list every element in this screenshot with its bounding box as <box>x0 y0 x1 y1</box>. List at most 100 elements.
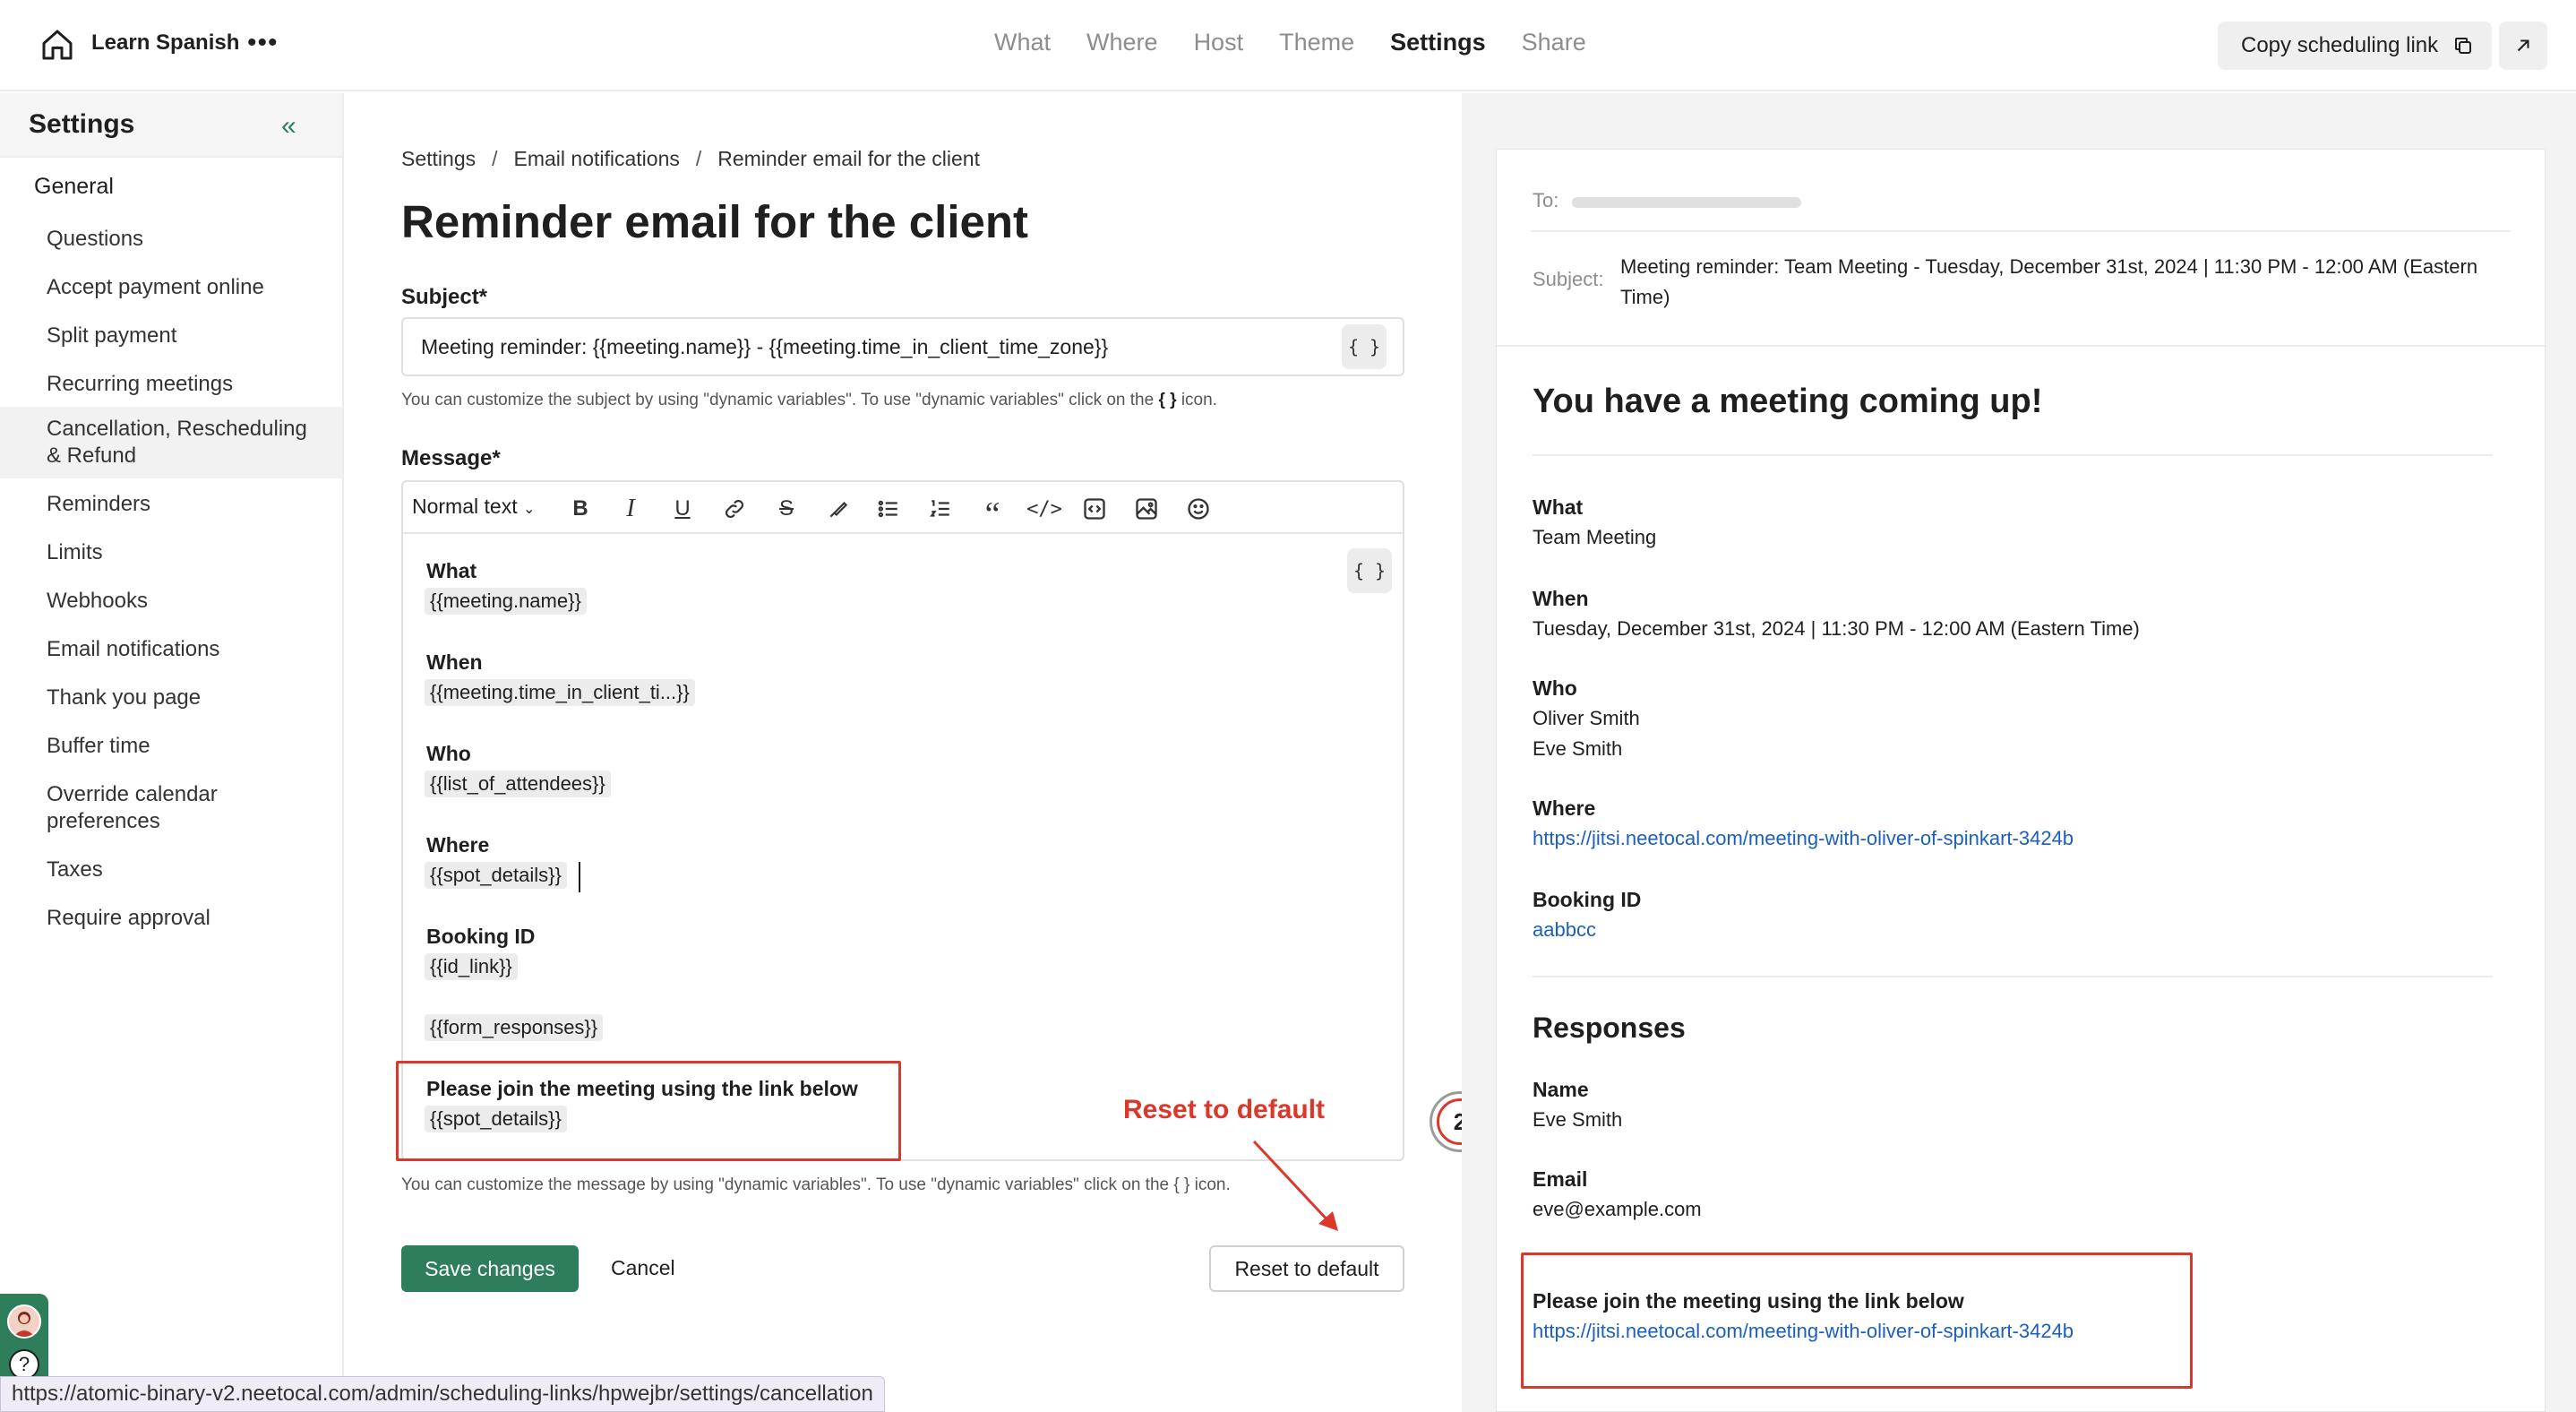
nav-theme[interactable]: Theme <box>1279 29 1354 56</box>
sidebar-header: Settings « <box>0 93 342 158</box>
block-label-booking-id: Booking ID <box>426 925 536 948</box>
numbered-list-icon[interactable] <box>926 495 955 523</box>
preview-where-label: Where <box>1533 796 1596 820</box>
preview-heading: You have a meeting coming up! <box>1533 383 2043 420</box>
preview-to-label: To: <box>1533 189 1559 211</box>
subject-help-text: You can customize the subject by using "… <box>401 391 1217 410</box>
help-icon[interactable]: ? <box>9 1349 39 1380</box>
sidebar-list: Questions Accept payment online Split pa… <box>0 219 342 941</box>
block-label-when: When <box>426 650 483 674</box>
preview-name: Eve Smith <box>1533 1108 1623 1131</box>
preview-email-label: Email <box>1533 1167 1588 1191</box>
subject-help-pre: You can customize the subject by using "… <box>401 391 1159 409</box>
page-title: Reminder email for the client <box>401 196 1029 247</box>
variable-spot-details[interactable]: {{spot_details}} <box>425 862 567 889</box>
save-changes-button[interactable]: Save changes <box>401 1245 579 1292</box>
sidebar-item-require-approval[interactable]: Require approval <box>0 892 342 941</box>
bullet-list-icon[interactable] <box>874 495 903 523</box>
reset-to-default-button[interactable]: Reset to default <box>1209 1245 1404 1292</box>
code-icon[interactable]: </> <box>1026 495 1062 523</box>
sidebar-item-limits[interactable]: Limits <box>0 527 342 575</box>
message-label: Message* <box>401 446 501 470</box>
preview-where-link[interactable]: https://jitsi.neetocal.com/meeting-with-… <box>1533 827 2074 850</box>
message-dynamic-variables-button[interactable]: { } <box>1347 548 1392 593</box>
message-editor[interactable]: Normal text ⌄ B I U S “ </> { } What {{m… <box>401 480 1404 1161</box>
sidebar-item-recurring-meetings[interactable]: Recurring meetings <box>0 358 342 407</box>
italic-icon[interactable]: I <box>616 495 645 523</box>
preview-who-2: Eve Smith <box>1533 737 1623 760</box>
variable-form-responses[interactable]: {{form_responses}} <box>425 1014 604 1041</box>
image-icon[interactable] <box>1132 495 1161 523</box>
open-external-button[interactable] <box>2499 22 2547 70</box>
top-nav: What Where Host Theme Settings Share <box>994 29 1622 56</box>
variable-list-of-attendees[interactable]: {{list_of_attendees}} <box>425 771 611 797</box>
breadcrumb-email-notifications[interactable]: Email notifications <box>514 147 680 170</box>
preview-booking-link[interactable]: aabbcc <box>1533 918 1596 942</box>
breadcrumb-separator: / <box>695 147 702 170</box>
avatar[interactable] <box>7 1304 41 1339</box>
sidebar-group-general[interactable]: General <box>34 174 114 200</box>
preview-booking-label: Booking ID <box>1533 888 1642 911</box>
emoji-icon[interactable] <box>1184 495 1213 523</box>
preview-when: Tuesday, December 31st, 2024 | 11:30 PM … <box>1533 617 2140 640</box>
preview-name-label: Name <box>1533 1078 1589 1101</box>
copy-icon <box>2455 38 2472 54</box>
nav-host[interactable]: Host <box>1194 29 1244 56</box>
nav-share[interactable]: Share <box>1522 29 1586 56</box>
more-options-icon[interactable]: ••• <box>247 27 279 59</box>
preview-divider <box>1531 230 2511 232</box>
sidebar-item-webhooks[interactable]: Webhooks <box>0 575 342 624</box>
sidebar-item-cancellation[interactable]: Cancellation, Rescheduling & Refund <box>0 407 342 478</box>
nav-what[interactable]: What <box>994 29 1051 56</box>
variable-id-link[interactable]: {{id_link}} <box>425 953 518 980</box>
highlight-icon[interactable] <box>824 495 853 523</box>
variable-meeting-name[interactable]: {{meeting.name}} <box>425 588 587 615</box>
sidebar-item-email-notifications[interactable]: Email notifications <box>0 624 342 672</box>
sidebar-item-taxes[interactable]: Taxes <box>0 844 342 892</box>
editor-toolbar: Normal text ⌄ B I U S “ </> <box>403 482 1403 534</box>
strikethrough-icon[interactable]: S <box>772 495 801 523</box>
home-icon[interactable] <box>39 27 75 63</box>
sidebar-item-questions[interactable]: Questions <box>0 219 342 262</box>
sidebar-item-buffer-time[interactable]: Buffer time <box>0 720 342 769</box>
variable-meeting-time[interactable]: {{meeting.time_in_client_ti...}} <box>425 679 695 706</box>
preview-divider <box>1533 976 2493 977</box>
preview-what-label: What <box>1533 495 1584 519</box>
blockquote-icon[interactable]: “ <box>978 495 1007 533</box>
sidebar-item-override-calendar-preferences[interactable]: Override calendar preferences <box>0 769 342 844</box>
preview-when-label: When <box>1533 587 1589 610</box>
code-block-icon[interactable] <box>1080 495 1109 523</box>
text-style-select[interactable]: Normal text ⌄ <box>412 495 535 519</box>
bold-icon[interactable]: B <box>566 495 595 523</box>
sidebar-item-accept-payment-online[interactable]: Accept payment online <box>0 262 342 310</box>
sidebar-item-thank-you-page[interactable]: Thank you page <box>0 672 342 720</box>
subject-help-icon: { } <box>1158 391 1177 409</box>
settings-sidebar: Settings « General Questions Accept paym… <box>0 93 344 1412</box>
app-name[interactable]: Learn Spanish <box>91 30 239 56</box>
top-bar: Learn Spanish ••• What Where Host Theme … <box>0 0 2576 91</box>
link-icon[interactable] <box>720 495 749 523</box>
subject-input[interactable]: Meeting reminder: {{meeting.name}} - {{m… <box>401 317 1404 376</box>
sidebar-item-reminders[interactable]: Reminders <box>0 478 342 527</box>
text-caret <box>579 862 580 892</box>
subject-dynamic-variables-button[interactable]: { } <box>1342 324 1387 369</box>
breadcrumb-settings[interactable]: Settings <box>401 147 476 170</box>
status-bar-url: https://atomic-binary-v2.neetocal.com/ad… <box>0 1376 885 1412</box>
cancel-button[interactable]: Cancel <box>611 1256 675 1280</box>
sidebar-item-split-payment[interactable]: Split payment <box>0 310 342 358</box>
copy-scheduling-link-button[interactable]: Copy scheduling link <box>2218 22 2492 70</box>
underline-icon[interactable]: U <box>668 495 697 523</box>
chevron-down-icon: ⌄ <box>522 502 536 517</box>
preview-email: eve@example.com <box>1533 1198 1702 1220</box>
message-help-text: You can customize the message by using "… <box>401 1175 1231 1194</box>
nav-settings[interactable]: Settings <box>1390 29 1486 56</box>
text-style-value: Normal text <box>412 495 518 518</box>
highlight-box-editor <box>396 1061 901 1161</box>
preview-who-label: Who <box>1533 676 1577 700</box>
breadcrumb: Settings / Email notifications / Reminder em… <box>401 147 980 171</box>
highlight-box-preview <box>1521 1253 2193 1389</box>
collapse-sidebar-icon[interactable]: « <box>281 111 296 142</box>
nav-where[interactable]: Where <box>1086 29 1158 56</box>
breadcrumb-separator: / <box>492 147 498 170</box>
annotation-arrow-icon <box>1252 1140 1338 1231</box>
